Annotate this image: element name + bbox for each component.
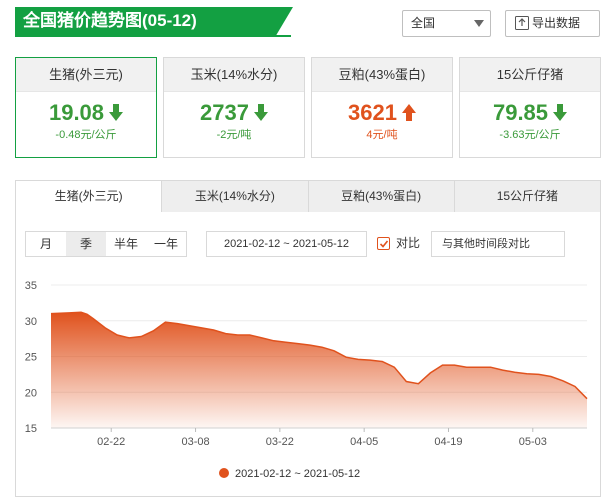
card-piglet[interactable]: 15公斤仔猪 79.85 -3.63元/公斤 <box>459 57 601 158</box>
x-tick-label: 04-05 <box>350 436 378 448</box>
card-value-number: 2737 <box>200 100 249 125</box>
card-value-number: 19.08 <box>48 100 105 125</box>
x-tick-label: 04-19 <box>434 436 462 448</box>
card-value-number: 79.85 <box>492 100 549 125</box>
page-title: 全国猪价趋势图(05-12) <box>15 7 293 35</box>
chart-legend: 2021-02-12 ~ 2021-05-12 <box>219 467 360 481</box>
card-live-pig[interactable]: 生猪(外三元) 19.08 -0.48元/公斤 <box>15 57 157 158</box>
card-corn[interactable]: 玉米(14%水分) 2737 -2元/吨 <box>163 57 305 158</box>
tab-piglet[interactable]: 15公斤仔猪 <box>455 181 600 212</box>
arrow-up-icon <box>401 104 416 121</box>
card-value: 3621 <box>312 98 452 128</box>
card-value: 79.85 <box>460 98 600 128</box>
period-year[interactable]: 一年 <box>146 232 186 256</box>
card-change: 4元/吨 <box>366 129 398 141</box>
compare-other-period-button[interactable]: 与其他时间段对比 <box>431 231 565 257</box>
card-title: 15公斤仔猪 <box>460 58 600 92</box>
card-change: -2元/吨 <box>216 129 252 141</box>
title-underline <box>15 35 291 37</box>
period-half-year[interactable]: 半年 <box>106 232 146 256</box>
region-select[interactable]: 全国 <box>402 10 491 37</box>
card-soybean-meal[interactable]: 豆粕(43%蛋白) 3621 4元/吨 <box>311 57 453 158</box>
compare-label[interactable]: 对比 <box>396 235 420 251</box>
compare-checkbox[interactable] <box>377 237 390 250</box>
period-month[interactable]: 月 <box>26 232 66 256</box>
card-title: 生猪(外三元) <box>16 58 156 92</box>
x-tick-label: 05-03 <box>519 436 547 448</box>
arrow-down-icon <box>553 104 568 121</box>
price-trend-chart: 15 20 25 30 35 02-22 03-08 03-22 04-05 04-19 05-03 <box>25 280 588 448</box>
y-tick-label: 15 <box>25 423 37 435</box>
tab-live-pig[interactable]: 生猪(外三元) <box>16 181 163 212</box>
upload-icon <box>515 16 529 30</box>
product-tabs: 生猪(外三元) 玉米(14%水分) 豆粕(43%蛋白) 15公斤仔猪 <box>15 180 601 213</box>
card-title: 玉米(14%水分) <box>164 58 304 92</box>
card-value: 2737 <box>164 98 304 128</box>
card-value: 19.08 <box>16 98 156 128</box>
x-tick-label: 03-22 <box>266 436 294 448</box>
y-tick-label: 30 <box>25 316 37 328</box>
card-change: -3.63元/公斤 <box>499 129 561 141</box>
period-selector: 月 季 半年 一年 <box>25 231 187 257</box>
card-title: 豆粕(43%蛋白) <box>312 58 452 92</box>
y-tick-label: 25 <box>25 352 37 364</box>
export-label: 导出数据 <box>532 16 581 30</box>
x-tick-label: 03-08 <box>181 436 209 448</box>
card-value-number: 3621 <box>348 100 397 125</box>
card-change: -0.48元/公斤 <box>55 129 117 141</box>
chevron-down-icon <box>474 20 484 27</box>
region-select-value: 全国 <box>411 16 436 30</box>
check-icon <box>379 240 389 248</box>
y-tick-label: 20 <box>25 387 37 399</box>
date-range-picker[interactable]: 2021-02-12 ~ 2021-05-12 <box>206 231 367 257</box>
x-tick-label: 02-22 <box>97 436 125 448</box>
tab-corn[interactable]: 玉米(14%水分) <box>162 181 309 212</box>
arrow-down-icon <box>109 104 124 121</box>
period-quarter[interactable]: 季 <box>66 232 106 256</box>
tab-soybean-meal[interactable]: 豆粕(43%蛋白) <box>309 181 455 212</box>
y-tick-label: 35 <box>25 280 37 292</box>
export-button[interactable]: 导出数据 <box>505 10 600 37</box>
arrow-down-icon <box>253 104 268 121</box>
legend-label: 2021-02-12 ~ 2021-05-12 <box>235 468 361 480</box>
legend-marker <box>219 468 229 478</box>
